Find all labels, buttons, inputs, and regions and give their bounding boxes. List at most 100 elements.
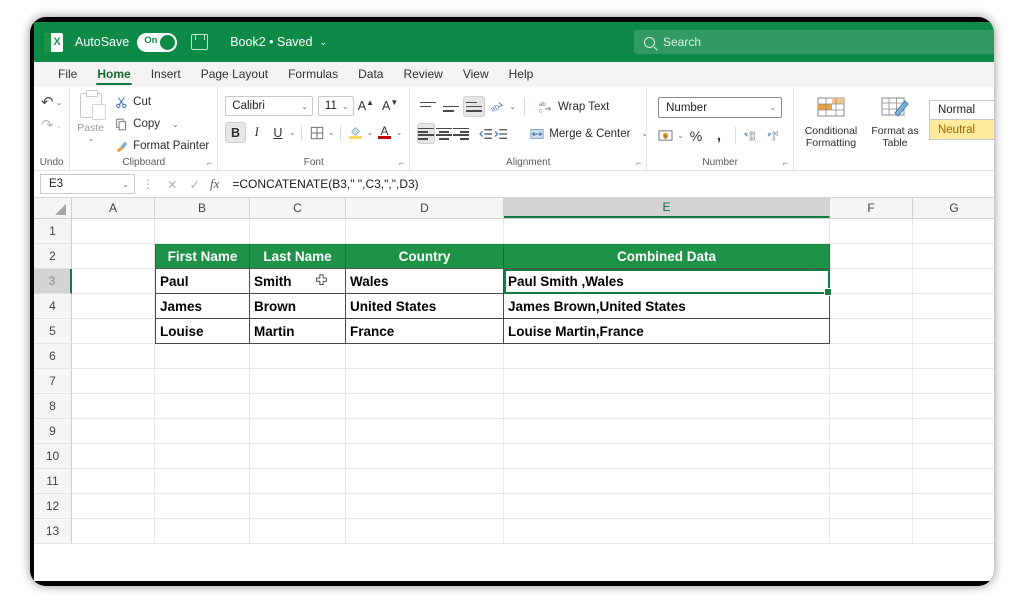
cell-D8[interactable] <box>346 394 504 419</box>
font-size-select[interactable]: 11 ⌄ <box>318 96 354 116</box>
cell-A6[interactable] <box>72 344 155 369</box>
comma-style-button[interactable]: , <box>708 125 730 146</box>
cell-C9[interactable] <box>250 419 346 444</box>
cell-A2[interactable] <box>72 244 155 269</box>
cell-E11[interactable] <box>504 469 830 494</box>
cell-E13[interactable] <box>504 519 830 544</box>
cell-C6[interactable] <box>250 344 346 369</box>
cell-G12[interactable] <box>913 494 994 519</box>
fill-color-chevron-down-icon[interactable]: ⌄ <box>367 128 374 137</box>
cell-C5[interactable]: Martin <box>250 319 346 344</box>
column-header-g[interactable]: G <box>913 198 994 218</box>
cell-G5[interactable] <box>913 319 994 344</box>
align-center-icon[interactable] <box>436 123 452 144</box>
wrap-text-button[interactable]: abc Wrap Text <box>533 97 614 117</box>
cell-F6[interactable] <box>830 344 913 369</box>
cell-D6[interactable] <box>346 344 504 369</box>
cell-A13[interactable] <box>72 519 155 544</box>
format-as-table-button[interactable]: Format as Table <box>865 94 925 149</box>
cell-C10[interactable] <box>250 444 346 469</box>
confirm-entry-icon[interactable]: ✓ <box>183 177 205 192</box>
decrease-indent-icon[interactable] <box>479 123 493 144</box>
row-header-10[interactable]: 10 <box>34 444 72 469</box>
search-box[interactable]: Search <box>634 30 994 54</box>
cell-G2[interactable] <box>913 244 994 269</box>
row-header-8[interactable]: 8 <box>34 394 72 419</box>
decrease-decimal-icon[interactable]: .00.0 <box>764 125 786 146</box>
cell-A10[interactable] <box>72 444 155 469</box>
cell-F12[interactable] <box>830 494 913 519</box>
cell-F7[interactable] <box>830 369 913 394</box>
column-header-e[interactable]: E <box>504 198 830 218</box>
row-header-9[interactable]: 9 <box>34 419 72 444</box>
cell-F2[interactable] <box>830 244 913 269</box>
cell-F3[interactable] <box>830 269 913 294</box>
alignment-dialog-launcher[interactable]: ⌐ <box>636 158 641 168</box>
increase-decimal-icon[interactable]: .00.00 <box>741 125 763 146</box>
cell-E3[interactable]: Paul Smith ,Wales <box>504 269 830 294</box>
cell-B2[interactable]: First Name <box>155 244 250 269</box>
row-header-11[interactable]: 11 <box>34 469 72 494</box>
cell-G6[interactable] <box>913 344 994 369</box>
format-painter-button[interactable]: Format Painter <box>108 136 214 156</box>
cell-B11[interactable] <box>155 469 250 494</box>
font-dialog-launcher[interactable]: ⌐ <box>399 158 404 168</box>
tab-view[interactable]: View <box>453 65 499 84</box>
name-box[interactable]: E3 ⌄ <box>40 174 135 194</box>
cell-F9[interactable] <box>830 419 913 444</box>
cell-B3[interactable]: Paul <box>155 269 250 294</box>
select-all-corner[interactable] <box>34 198 72 218</box>
tab-file[interactable]: File <box>48 65 87 84</box>
tab-insert[interactable]: Insert <box>141 65 191 84</box>
orientation-icon[interactable]: ab <box>486 96 508 117</box>
cell-D4[interactable]: United States <box>346 294 504 319</box>
cell-D5[interactable]: France <box>346 319 504 344</box>
cell-C8[interactable] <box>250 394 346 419</box>
bold-button[interactable]: B <box>225 122 245 143</box>
cell-E10[interactable] <box>504 444 830 469</box>
row-header-4[interactable]: 4 <box>34 294 72 319</box>
font-name-select[interactable]: Calibri ⌄ <box>225 96 313 116</box>
increase-indent-icon[interactable] <box>494 123 508 144</box>
top-align-icon[interactable] <box>417 96 439 117</box>
accounting-format-icon[interactable]: $ <box>654 125 676 146</box>
save-icon[interactable] <box>191 34 208 50</box>
cell-G9[interactable] <box>913 419 994 444</box>
column-header-f[interactable]: F <box>830 198 913 218</box>
tab-page-layout[interactable]: Page Layout <box>191 65 278 84</box>
cell-D12[interactable] <box>346 494 504 519</box>
row-header-2[interactable]: 2 <box>34 244 72 269</box>
cell-E7[interactable] <box>504 369 830 394</box>
underline-button[interactable]: U <box>268 122 288 143</box>
cell-A3[interactable] <box>72 269 155 294</box>
cell-A7[interactable] <box>72 369 155 394</box>
cell-E5[interactable]: Louise Martin,France <box>504 319 830 344</box>
cell-B7[interactable] <box>155 369 250 394</box>
cell-B9[interactable] <box>155 419 250 444</box>
increase-font-size-icon[interactable]: A▲ <box>354 98 378 113</box>
cell-F10[interactable] <box>830 444 913 469</box>
cell-A4[interactable] <box>72 294 155 319</box>
tab-formulas[interactable]: Formulas <box>278 65 348 84</box>
cell-A8[interactable] <box>72 394 155 419</box>
cell-F13[interactable] <box>830 519 913 544</box>
cell-C2[interactable]: Last Name <box>250 244 346 269</box>
cell-A11[interactable] <box>72 469 155 494</box>
cell-C11[interactable] <box>250 469 346 494</box>
cell-G13[interactable] <box>913 519 994 544</box>
cell-A5[interactable] <box>72 319 155 344</box>
fill-color-icon[interactable] <box>346 122 366 143</box>
percent-style-button[interactable]: % <box>685 125 707 146</box>
row-header-6[interactable]: 6 <box>34 344 72 369</box>
copy-chevron-down-icon[interactable]: ⌄ <box>172 120 179 129</box>
cell-E4[interactable]: James Brown,United States <box>504 294 830 319</box>
row-header-1[interactable]: 1 <box>34 219 72 244</box>
row-header-12[interactable]: 12 <box>34 494 72 519</box>
align-left-icon[interactable] <box>417 123 435 144</box>
cell-G4[interactable] <box>913 294 994 319</box>
cell-G11[interactable] <box>913 469 994 494</box>
row-header-5[interactable]: 5 <box>34 319 72 344</box>
clipboard-dialog-launcher[interactable]: ⌐ <box>207 158 212 168</box>
cell-G8[interactable] <box>913 394 994 419</box>
cell-A9[interactable] <box>72 419 155 444</box>
